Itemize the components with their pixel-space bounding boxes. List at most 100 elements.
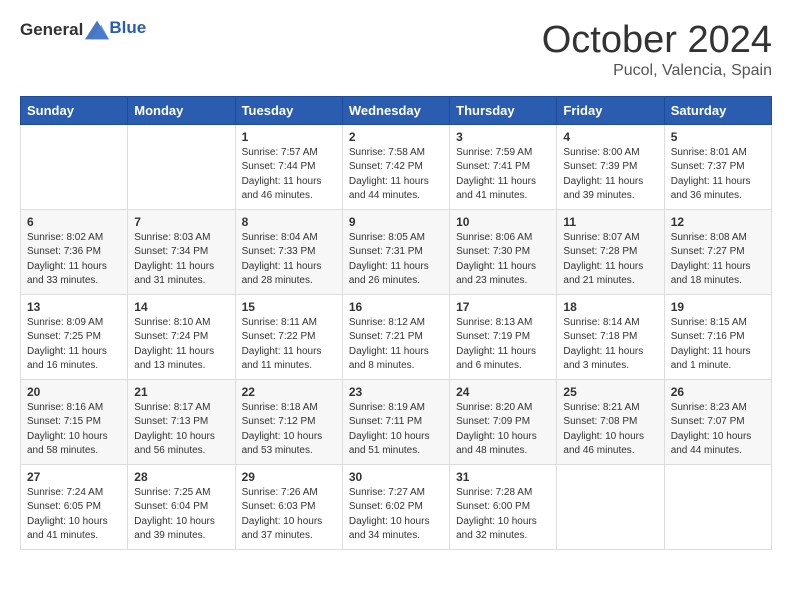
day-number: 10 bbox=[456, 215, 550, 229]
day-info: Sunrise: 7:57 AMSunset: 7:44 PMDaylight:… bbox=[242, 146, 336, 204]
calendar-cell: 24 Sunrise: 8:20 AMSunset: 7:09 PMDayligh… bbox=[450, 379, 557, 464]
calendar-cell bbox=[21, 124, 128, 209]
day-info: Sunrise: 8:20 AMSunset: 7:09 PMDaylight:… bbox=[456, 401, 550, 459]
logo-general-text: General bbox=[20, 20, 83, 40]
day-number: 23 bbox=[349, 385, 443, 399]
calendar-cell: 7Sunrise: 8:03 AMSunset: 7:34 PMDaylight… bbox=[128, 209, 235, 294]
day-info: Sunrise: 7:59 AMSunset: 7:41 PMDaylight:… bbox=[456, 146, 550, 204]
day-info: Sunrise: 8:14 AMSunset: 7:18 PMDaylight:… bbox=[563, 316, 657, 374]
day-number: 28 bbox=[134, 470, 228, 484]
day-info: Sunrise: 7:27 AMSunset: 6:02 PMDaylight:… bbox=[349, 486, 443, 544]
calendar-week-row: 27Sunrise: 7:24 AMSunset: 6:05 PMDayligh… bbox=[21, 464, 772, 549]
day-number: 13 bbox=[27, 300, 121, 314]
day-info: Sunrise: 8:07 AMSunset: 7:28 PMDaylight:… bbox=[563, 231, 657, 289]
day-number: 31 bbox=[456, 470, 550, 484]
day-number: 15 bbox=[242, 300, 336, 314]
day-number: 8 bbox=[242, 215, 336, 229]
day-number: 29 bbox=[242, 470, 336, 484]
day-number: 30 bbox=[349, 470, 443, 484]
day-number: 26 bbox=[671, 385, 765, 399]
day-info: Sunrise: 7:28 AMSunset: 6:00 PMDaylight:… bbox=[456, 486, 550, 544]
calendar-week-row: 20Sunrise: 8:16 AMSunset: 7:15 PMDayligh… bbox=[21, 379, 772, 464]
calendar-cell: 1 Sunrise: 7:57 AMSunset: 7:44 PMDaylight… bbox=[235, 124, 342, 209]
month-title: October 2024 bbox=[542, 20, 772, 62]
page-header: General Blue October 2024 Pucol, Valenci… bbox=[20, 20, 772, 80]
day-info: Sunrise: 8:02 AMSunset: 7:36 PMDaylight:… bbox=[27, 231, 121, 289]
column-header-friday: Friday bbox=[557, 96, 664, 124]
day-number: 14 bbox=[134, 300, 228, 314]
calendar-cell: 9Sunrise: 8:05 AMSunset: 7:31 PMDaylight… bbox=[342, 209, 449, 294]
day-number: 24 bbox=[456, 385, 550, 399]
calendar-cell: 17 Sunrise: 8:13 AMSunset: 7:19 PMDayligh… bbox=[450, 294, 557, 379]
day-number: 1 bbox=[242, 130, 336, 144]
column-header-tuesday: Tuesday bbox=[235, 96, 342, 124]
day-number: 22 bbox=[242, 385, 336, 399]
day-number: 3 bbox=[456, 130, 550, 144]
calendar-cell: 4Sunrise: 8:00 AMSunset: 7:39 PMDaylight… bbox=[557, 124, 664, 209]
logo-icon bbox=[85, 20, 109, 40]
calendar-cell bbox=[128, 124, 235, 209]
calendar-cell: 23Sunrise: 8:19 AMSunset: 7:11 PMDayligh… bbox=[342, 379, 449, 464]
day-number: 17 bbox=[456, 300, 550, 314]
day-info: Sunrise: 8:08 AMSunset: 7:27 PMDaylight:… bbox=[671, 231, 765, 289]
calendar-table: SundayMondayTuesdayWednesdayThursdayFrid… bbox=[20, 96, 772, 550]
calendar-week-row: 1 Sunrise: 7:57 AMSunset: 7:44 PMDaylight… bbox=[21, 124, 772, 209]
calendar-cell: 25Sunrise: 8:21 AMSunset: 7:08 PMDayligh… bbox=[557, 379, 664, 464]
day-info: Sunrise: 8:17 AMSunset: 7:13 PMDaylight:… bbox=[134, 401, 228, 459]
calendar-cell: 16 Sunrise: 8:12 AMSunset: 7:21 PMDayligh… bbox=[342, 294, 449, 379]
calendar-cell: 5 Sunrise: 8:01 AMSunset: 7:37 PMDaylight… bbox=[664, 124, 771, 209]
title-block: October 2024 Pucol, Valencia, Spain bbox=[542, 20, 772, 80]
day-number: 5 bbox=[671, 130, 765, 144]
day-info: Sunrise: 8:11 AMSunset: 7:22 PMDaylight:… bbox=[242, 316, 336, 374]
day-number: 9 bbox=[349, 215, 443, 229]
calendar-cell: 13 Sunrise: 8:09 AMSunset: 7:25 PMDayligh… bbox=[21, 294, 128, 379]
column-header-sunday: Sunday bbox=[21, 96, 128, 124]
day-info: Sunrise: 8:01 AMSunset: 7:37 PMDaylight:… bbox=[671, 146, 765, 204]
calendar-cell: 27Sunrise: 7:24 AMSunset: 6:05 PMDayligh… bbox=[21, 464, 128, 549]
day-number: 12 bbox=[671, 215, 765, 229]
calendar-header-row: SundayMondayTuesdayWednesdayThursdayFrid… bbox=[21, 96, 772, 124]
calendar-cell: 11 Sunrise: 8:07 AMSunset: 7:28 PMDayligh… bbox=[557, 209, 664, 294]
calendar-cell: 20Sunrise: 8:16 AMSunset: 7:15 PMDayligh… bbox=[21, 379, 128, 464]
day-info: Sunrise: 8:13 AMSunset: 7:19 PMDaylight:… bbox=[456, 316, 550, 374]
day-info: Sunrise: 8:09 AMSunset: 7:25 PMDaylight:… bbox=[27, 316, 121, 374]
calendar-cell: 22 Sunrise: 8:18 AMSunset: 7:12 PMDayligh… bbox=[235, 379, 342, 464]
day-number: 6 bbox=[27, 215, 121, 229]
day-info: Sunrise: 8:15 AMSunset: 7:16 PMDaylight:… bbox=[671, 316, 765, 374]
calendar-cell: 12 Sunrise: 8:08 AMSunset: 7:27 PMDayligh… bbox=[664, 209, 771, 294]
calendar-cell: 21Sunrise: 8:17 AMSunset: 7:13 PMDayligh… bbox=[128, 379, 235, 464]
calendar-cell bbox=[557, 464, 664, 549]
day-info: Sunrise: 7:26 AMSunset: 6:03 PMDaylight:… bbox=[242, 486, 336, 544]
calendar-cell: 8Sunrise: 8:04 AMSunset: 7:33 PMDaylight… bbox=[235, 209, 342, 294]
calendar-cell: 3 Sunrise: 7:59 AMSunset: 7:41 PMDaylight… bbox=[450, 124, 557, 209]
day-info: Sunrise: 8:12 AMSunset: 7:21 PMDaylight:… bbox=[349, 316, 443, 374]
day-info: Sunrise: 8:06 AMSunset: 7:30 PMDaylight:… bbox=[456, 231, 550, 289]
calendar-cell: 29 Sunrise: 7:26 AMSunset: 6:03 PMDayligh… bbox=[235, 464, 342, 549]
calendar-cell: 28 Sunrise: 7:25 AMSunset: 6:04 PMDayligh… bbox=[128, 464, 235, 549]
location-subtitle: Pucol, Valencia, Spain bbox=[542, 62, 772, 80]
calendar-cell: 6 Sunrise: 8:02 AMSunset: 7:36 PMDaylight… bbox=[21, 209, 128, 294]
day-number: 4 bbox=[563, 130, 657, 144]
day-number: 16 bbox=[349, 300, 443, 314]
calendar-cell: 30 Sunrise: 7:27 AMSunset: 6:02 PMDayligh… bbox=[342, 464, 449, 549]
day-info: Sunrise: 8:18 AMSunset: 7:12 PMDaylight:… bbox=[242, 401, 336, 459]
calendar-cell bbox=[664, 464, 771, 549]
calendar-cell: 2Sunrise: 7:58 AMSunset: 7:42 PMDaylight… bbox=[342, 124, 449, 209]
calendar-week-row: 6 Sunrise: 8:02 AMSunset: 7:36 PMDaylight… bbox=[21, 209, 772, 294]
calendar-week-row: 13 Sunrise: 8:09 AMSunset: 7:25 PMDayligh… bbox=[21, 294, 772, 379]
day-info: Sunrise: 8:03 AMSunset: 7:34 PMDaylight:… bbox=[134, 231, 228, 289]
day-info: Sunrise: 8:16 AMSunset: 7:15 PMDaylight:… bbox=[27, 401, 121, 459]
day-info: Sunrise: 8:10 AMSunset: 7:24 PMDaylight:… bbox=[134, 316, 228, 374]
day-info: Sunrise: 8:23 AMSunset: 7:07 PMDaylight:… bbox=[671, 401, 765, 459]
day-number: 19 bbox=[671, 300, 765, 314]
column-header-monday: Monday bbox=[128, 96, 235, 124]
day-number: 25 bbox=[563, 385, 657, 399]
day-info: Sunrise: 7:58 AMSunset: 7:42 PMDaylight:… bbox=[349, 146, 443, 204]
column-header-thursday: Thursday bbox=[450, 96, 557, 124]
calendar-cell: 10 Sunrise: 8:06 AMSunset: 7:30 PMDayligh… bbox=[450, 209, 557, 294]
calendar-cell: 15 Sunrise: 8:11 AMSunset: 7:22 PMDayligh… bbox=[235, 294, 342, 379]
day-number: 11 bbox=[563, 215, 657, 229]
day-number: 27 bbox=[27, 470, 121, 484]
calendar-cell: 26 Sunrise: 8:23 AMSunset: 7:07 PMDayligh… bbox=[664, 379, 771, 464]
day-info: Sunrise: 7:25 AMSunset: 6:04 PMDaylight:… bbox=[134, 486, 228, 544]
